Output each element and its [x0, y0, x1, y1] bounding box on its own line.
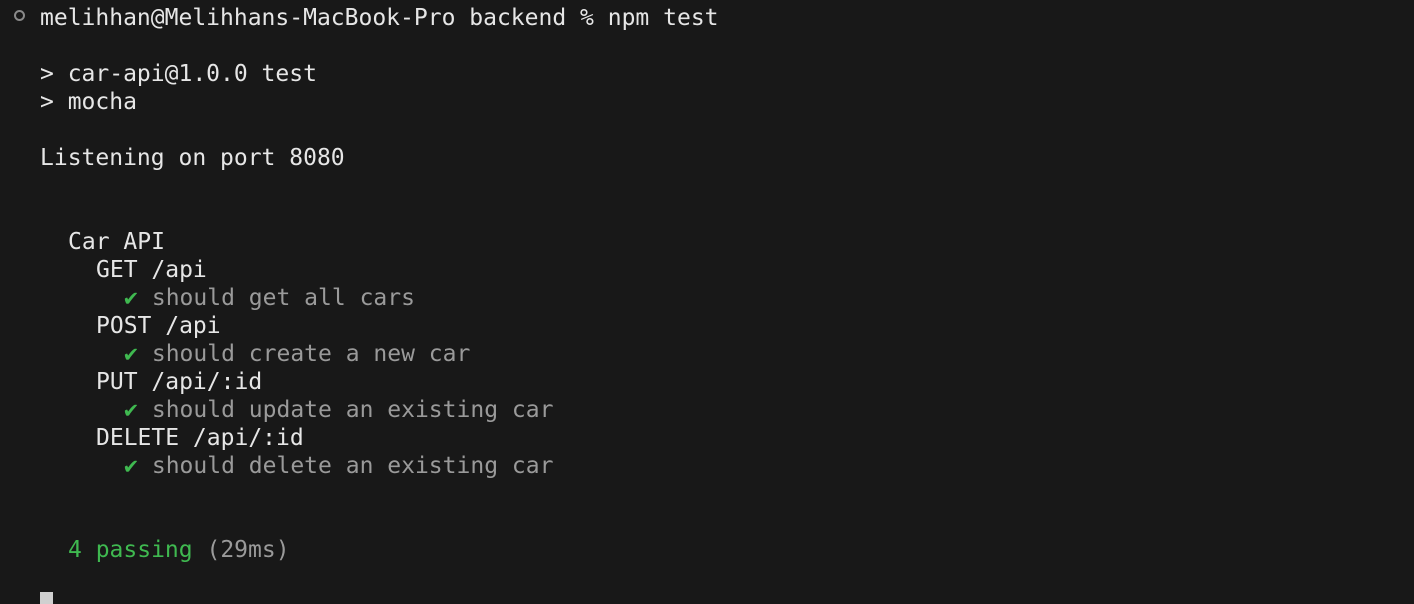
- test-result-row: ✔ should update an existing car: [124, 396, 553, 424]
- text-cursor: [40, 592, 53, 604]
- test-name: should get all cars: [151, 285, 415, 311]
- duration: (29ms): [206, 537, 290, 563]
- test-result-row: ✔ should delete an existing car: [124, 452, 553, 480]
- test-name: should delete an existing car: [151, 453, 554, 479]
- test-group-title: POST /api: [96, 313, 221, 339]
- server-log-line: Listening on port 8080: [40, 145, 345, 171]
- test-result-row: ✔ should create a new car: [124, 340, 470, 368]
- check-icon: ✔: [124, 341, 138, 367]
- check-icon: ✔: [124, 285, 138, 311]
- terminal-window[interactable]: melihhan@Melihhans-MacBook-Pro backend %…: [0, 0, 1414, 604]
- check-icon: ✔: [124, 453, 138, 479]
- npm-script-line: > car-api@1.0.0 test: [40, 61, 317, 87]
- prompt-line: melihhan@Melihhans-MacBook-Pro backend %…: [40, 5, 719, 31]
- suite-title: Car API: [68, 229, 165, 255]
- test-group-title: DELETE /api/:id: [96, 425, 304, 451]
- circle-icon: [14, 10, 25, 21]
- summary-line: 4 passing (29ms): [68, 536, 290, 564]
- test-name: should update an existing car: [151, 397, 554, 423]
- test-group-title: PUT /api/:id: [96, 369, 263, 395]
- passing-count: 4 passing: [68, 537, 193, 563]
- check-icon: ✔: [124, 397, 138, 423]
- test-name: should create a new car: [151, 341, 471, 367]
- test-group-title: GET /api: [96, 257, 207, 283]
- test-result-row: ✔ should get all cars: [124, 284, 415, 312]
- npm-command-line: > mocha: [40, 89, 137, 115]
